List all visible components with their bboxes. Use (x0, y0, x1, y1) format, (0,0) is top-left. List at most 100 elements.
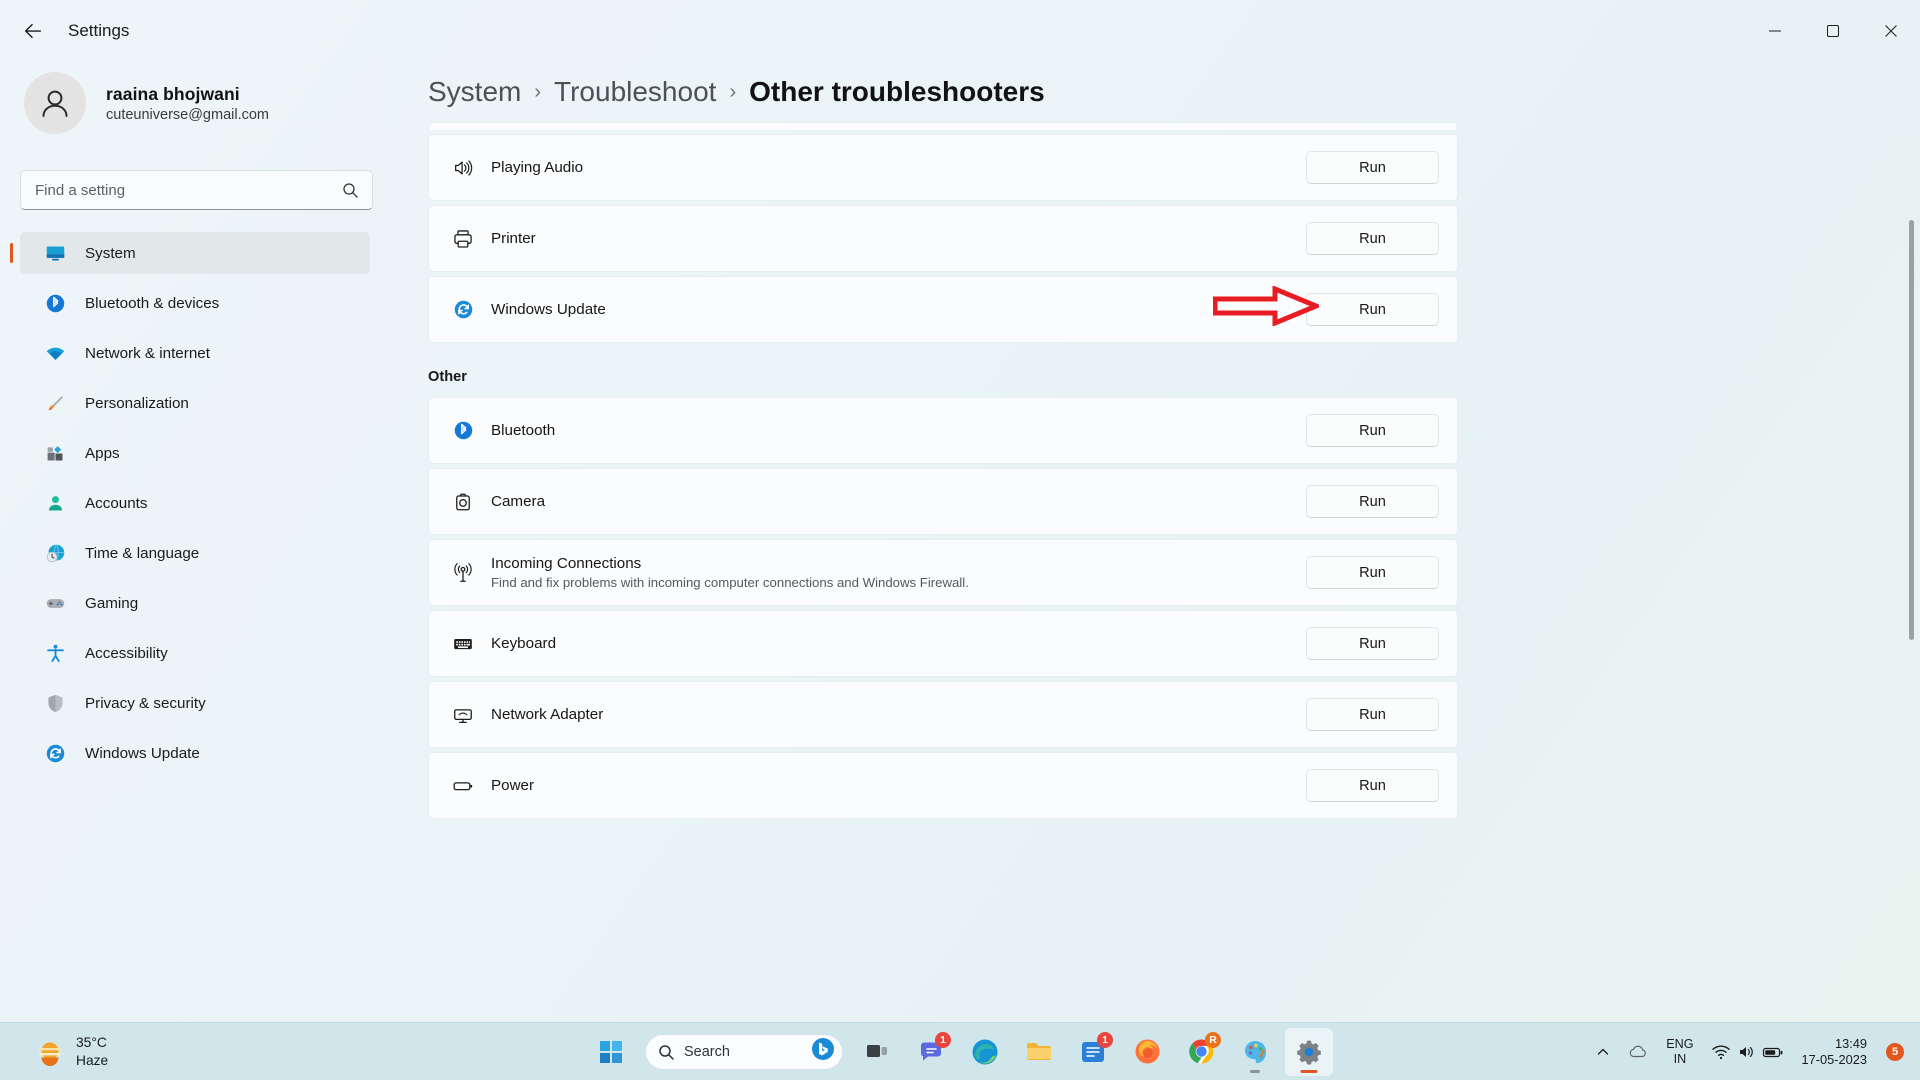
sidebar-item-network-internet[interactable]: Network & internet (20, 332, 370, 374)
troubleshooter-row[interactable]: Windows UpdateRun (428, 276, 1458, 343)
taskbar-item-firefox[interactable] (1123, 1028, 1171, 1076)
sidebar-item-accessibility[interactable]: Accessibility (20, 632, 370, 674)
system-tray: ENG IN (1589, 1023, 1920, 1080)
weather-temperature: 35°C (76, 1034, 108, 1051)
weather-widget[interactable]: 35°C Haze (26, 1029, 118, 1073)
account-email: cuteuniverse@gmail.com (106, 107, 269, 123)
scrollbar-thumb[interactable] (1909, 220, 1914, 640)
bluetooth-icon (44, 292, 66, 314)
breadcrumb-item-0[interactable]: System (428, 76, 521, 108)
run-button[interactable]: Run (1306, 556, 1439, 589)
minimize-button[interactable] (1746, 0, 1804, 62)
gamepad-icon (44, 592, 66, 614)
troubleshooter-row[interactable]: Incoming ConnectionsFind and fix problem… (428, 539, 1458, 606)
taskbar-item-settings[interactable] (1285, 1028, 1333, 1076)
troubleshooter-text: Network Adapter (491, 706, 1306, 723)
sidebar-item-windows-update[interactable]: Windows Update (20, 732, 370, 774)
troubleshooter-text: Playing Audio (491, 159, 1306, 176)
back-button[interactable] (12, 10, 54, 52)
troubleshooter-title: Power (491, 777, 1306, 794)
maximize-button[interactable] (1804, 0, 1862, 62)
troubleshooter-text: Bluetooth (491, 422, 1306, 439)
person-icon (44, 492, 66, 514)
keyboard-icon (449, 633, 477, 655)
sidebar-item-accounts[interactable]: Accounts (20, 482, 370, 524)
bluetooth-icon (45, 293, 66, 314)
update-refresh-icon (453, 299, 474, 320)
update-refresh-icon (45, 743, 66, 764)
wifi-icon (1712, 1043, 1730, 1061)
speaker-icon (452, 157, 474, 179)
sidebar: raaina bhojwani cuteuniverse@gmail.com S… (0, 62, 390, 1022)
notification-count-badge[interactable]: 5 (1886, 1043, 1904, 1061)
tray-language-button[interactable]: ENG IN (1659, 1032, 1700, 1072)
run-button[interactable]: Run (1306, 293, 1439, 326)
weather-text: 35°C Haze (76, 1034, 108, 1068)
camera-icon (452, 491, 474, 513)
breadcrumb-item-1[interactable]: Troubleshoot (554, 76, 716, 108)
wifi-icon (44, 342, 66, 364)
gamepad-icon (45, 593, 66, 614)
shield-icon (44, 692, 66, 714)
shield-icon (45, 693, 66, 714)
sidebar-item-label: Time & language (85, 545, 199, 562)
sidebar-item-label: Privacy & security (85, 695, 206, 712)
run-button[interactable]: Run (1306, 698, 1439, 731)
content-scrollbar[interactable] (1909, 172, 1914, 1022)
run-button[interactable]: Run (1306, 151, 1439, 184)
taskbar-search[interactable]: Search (645, 1034, 843, 1070)
accessibility-person-icon (44, 642, 66, 664)
close-button[interactable] (1862, 0, 1920, 62)
troubleshooter-row[interactable]: Playing AudioRun (428, 134, 1458, 201)
window-title: Settings (68, 21, 129, 41)
run-button[interactable]: Run (1306, 485, 1439, 518)
troubleshooter-row[interactable]: PowerRun (428, 752, 1458, 819)
sidebar-item-personalization[interactable]: Personalization (20, 382, 370, 424)
taskbar-item-microsoft-store[interactable]: 1 (1069, 1028, 1117, 1076)
taskbar-item-task-view[interactable] (853, 1028, 901, 1076)
speaker-icon (1737, 1043, 1755, 1061)
run-button[interactable]: Run (1306, 414, 1439, 447)
run-button[interactable]: Run (1306, 769, 1439, 802)
tray-expand-button[interactable] (1589, 1032, 1617, 1072)
sidebar-item-privacy-security[interactable]: Privacy & security (20, 682, 370, 724)
window-controls (1746, 0, 1920, 62)
troubleshooter-row[interactable]: CameraRun (428, 468, 1458, 535)
paintbrush-icon (45, 393, 66, 414)
run-button[interactable]: Run (1306, 627, 1439, 660)
sidebar-item-gaming[interactable]: Gaming (20, 582, 370, 624)
bluetooth-icon (453, 420, 474, 441)
sidebar-item-apps[interactable]: Apps (20, 432, 370, 474)
taskbar-item-file-explorer[interactable] (1015, 1028, 1063, 1076)
tray-quick-settings-button[interactable] (1705, 1032, 1791, 1072)
sidebar-item-bluetooth-devices[interactable]: Bluetooth & devices (20, 282, 370, 324)
battery-icon (452, 775, 474, 797)
language-line-2: IN (1666, 1052, 1693, 1066)
breadcrumb-separator: › (534, 81, 541, 104)
taskbar-search-label: Search (684, 1044, 730, 1060)
search-box[interactable] (20, 170, 373, 210)
network-adapter-icon (449, 704, 477, 726)
start-button[interactable] (587, 1028, 635, 1076)
troubleshooter-row[interactable]: Network AdapterRun (428, 681, 1458, 748)
account-block[interactable]: raaina bhojwani cuteuniverse@gmail.com (24, 72, 390, 134)
tray-clock-button[interactable]: 13:49 17-05-2023 (1795, 1032, 1874, 1072)
taskbar-item-paint[interactable] (1231, 1028, 1279, 1076)
chrome-badge: R (1205, 1032, 1221, 1048)
troubleshooter-row[interactable]: PrinterRun (428, 205, 1458, 272)
run-button[interactable]: Run (1306, 222, 1439, 255)
taskbar-item-chrome[interactable]: R (1177, 1028, 1225, 1076)
troubleshooter-row[interactable]: BluetoothRun (428, 397, 1458, 464)
apps-grid-icon (44, 442, 66, 464)
printer-icon (449, 228, 477, 250)
bing-icon[interactable] (811, 1037, 835, 1066)
taskbar-item-chat[interactable]: 1 (907, 1028, 955, 1076)
sidebar-item-time-language[interactable]: Time & language (20, 532, 370, 574)
troubleshooter-description: Find and fix problems with incoming comp… (491, 575, 1306, 590)
troubleshooter-row[interactable]: KeyboardRun (428, 610, 1458, 677)
search-input[interactable] (21, 182, 342, 199)
tray-onedrive-button[interactable] (1621, 1032, 1655, 1072)
sidebar-item-system[interactable]: System (20, 232, 370, 274)
camera-icon (449, 491, 477, 513)
taskbar-item-edge[interactable] (961, 1028, 1009, 1076)
